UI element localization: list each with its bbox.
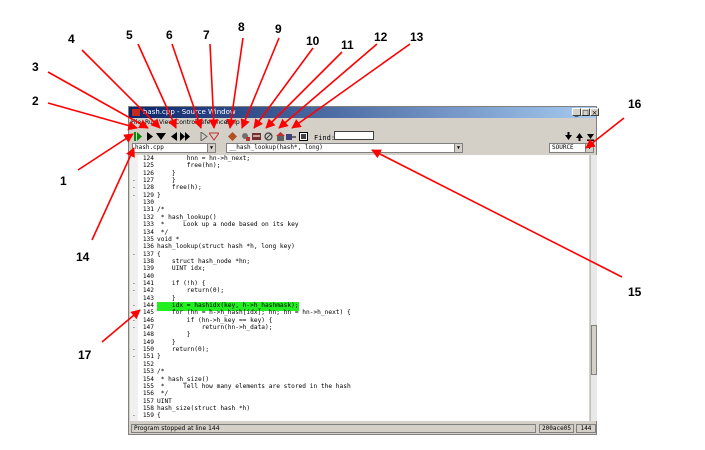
callout-5: 5 xyxy=(126,28,133,42)
callout-12: 12 xyxy=(374,30,388,44)
callout-arrows xyxy=(47,37,625,343)
arrow-15 xyxy=(371,149,623,278)
arrow-1 xyxy=(77,133,134,171)
callout-17: 17 xyxy=(78,348,92,362)
arrow-11 xyxy=(265,51,343,129)
arrow-10 xyxy=(253,47,314,129)
callout-6: 6 xyxy=(166,28,173,42)
callout-15: 15 xyxy=(628,285,642,299)
callout-4: 4 xyxy=(68,32,75,46)
arrow-2 xyxy=(47,102,138,131)
arrow-8 xyxy=(226,37,244,129)
arrow-12 xyxy=(278,43,378,129)
callout-3: 3 xyxy=(32,60,39,74)
callout-1: 1 xyxy=(60,174,67,188)
callout-13: 13 xyxy=(410,30,424,44)
callout-14: 14 xyxy=(76,250,90,264)
callout-16: 16 xyxy=(628,97,642,111)
arrow-5 xyxy=(137,43,177,129)
callout-8: 8 xyxy=(238,20,245,34)
callout-9: 9 xyxy=(275,22,282,36)
arrow-6 xyxy=(171,43,203,129)
callout-2: 2 xyxy=(32,94,39,108)
callout-11: 11 xyxy=(341,38,354,52)
callout-10: 10 xyxy=(306,34,320,48)
arrow-13 xyxy=(291,43,411,129)
arrow-16 xyxy=(585,117,625,149)
arrow-7 xyxy=(208,43,219,129)
callout-7: 7 xyxy=(203,28,210,42)
arrow-17 xyxy=(101,309,141,343)
arrow-9 xyxy=(240,37,280,129)
arrow-14 xyxy=(91,147,135,241)
